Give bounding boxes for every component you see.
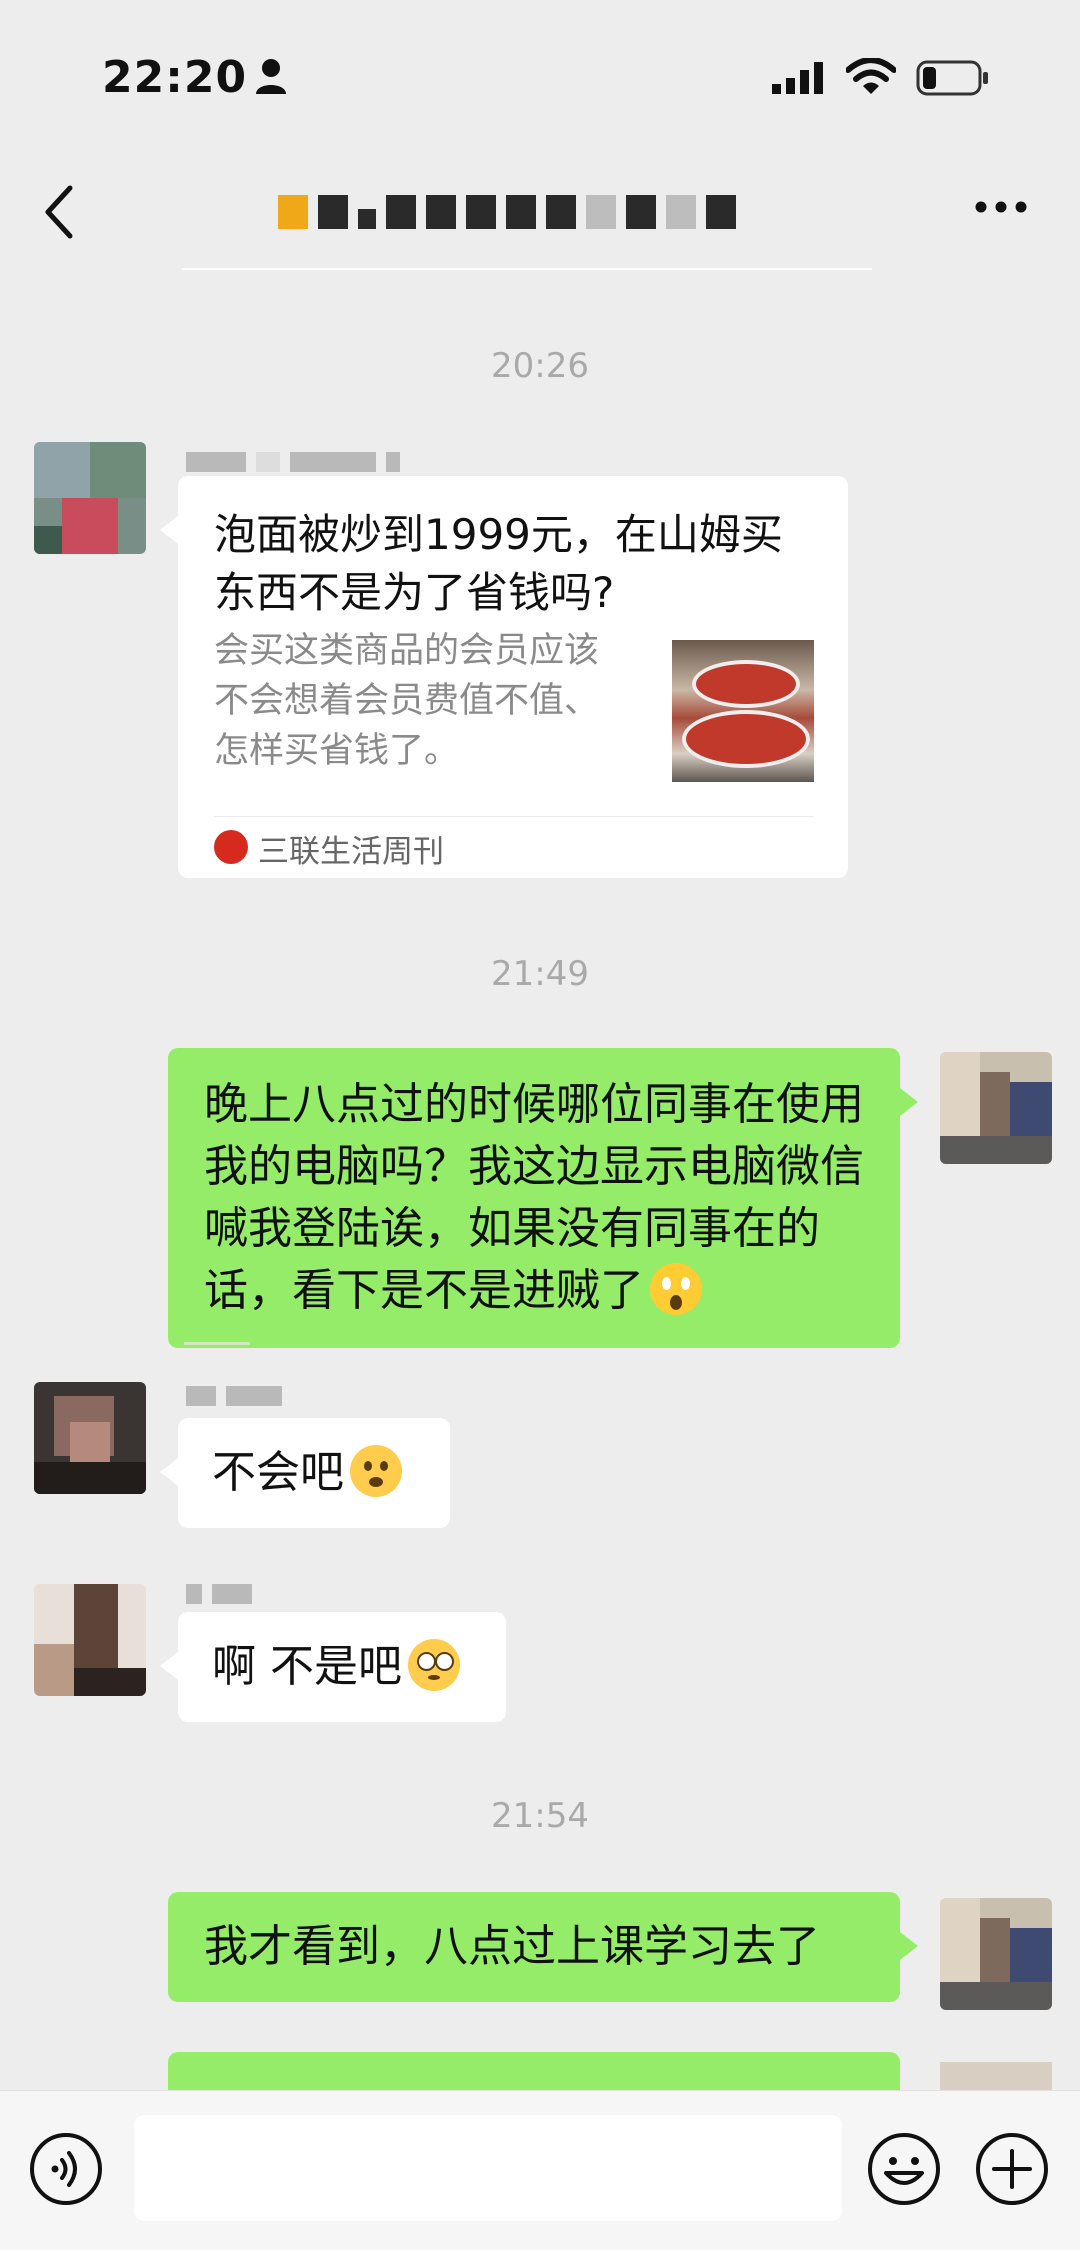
message-text: 不会吧 — [212, 1447, 344, 1498]
timestamp: 21:54 — [491, 1796, 589, 1836]
message-bubble-other[interactable]: 啊 不是吧 — [160, 1612, 506, 1722]
avatar[interactable] — [34, 1382, 146, 1494]
cellular-signal-icon — [772, 62, 823, 94]
card-thumbnail — [672, 640, 814, 782]
battery-icon — [916, 60, 988, 96]
message-bubble-self[interactable]: 我才看到，八点过上课学习去了 — [168, 1892, 918, 2002]
card-divider — [214, 816, 814, 817]
message-text: 我才看到，八点过上课学习去了 — [204, 1921, 820, 1972]
ellipsis-icon[interactable] — [974, 200, 1028, 214]
frowning-face-icon — [350, 1445, 402, 1497]
flushed-face-icon — [408, 1639, 460, 1691]
avatar-self-partial — [940, 2062, 1052, 2090]
publisher-logo-icon — [214, 830, 248, 864]
avatar-self[interactable] — [940, 1052, 1052, 1164]
card-source: 三联生活周刊 — [258, 834, 444, 870]
sender-name-redacted — [186, 1584, 252, 1610]
avatar[interactable] — [34, 1584, 146, 1696]
voice-icon[interactable] — [28, 2131, 104, 2207]
message-text: 啊 不是吧 — [212, 1641, 402, 1692]
avatar[interactable] — [34, 442, 146, 554]
card-description: 会买这类商品的会员应该不会想着会员费值不值、怎样买省钱了。 — [214, 631, 600, 771]
message-bubble-other[interactable]: 不会吧 — [160, 1418, 450, 1528]
chat-header — [0, 160, 1080, 270]
face-screaming-in-fear-icon — [650, 1263, 702, 1315]
chat-title-redacted — [278, 180, 746, 244]
person-icon — [256, 59, 286, 94]
plus-icon[interactable] — [974, 2131, 1050, 2207]
card-title: 泡面被炒到1999元，在山姆买东西不是为了省钱吗? — [214, 510, 783, 617]
message-bubble-self-partial[interactable] — [168, 2052, 900, 2092]
header-divider — [182, 268, 872, 270]
sender-name-redacted — [186, 1386, 282, 1412]
input-bar — [0, 2090, 1080, 2250]
link-card[interactable]: 泡面被炒到1999元，在山姆买东西不是为了省钱吗? 会买这类商品的会员应该不会想… — [160, 476, 848, 878]
timestamp: 21:49 — [491, 954, 589, 994]
status-bar: 22:20 — [0, 0, 1080, 160]
wifi-icon — [846, 58, 896, 94]
message-input[interactable] — [134, 2115, 842, 2221]
status-time: 22:20 — [102, 52, 248, 103]
timestamp: 20:26 — [491, 346, 589, 386]
avatar-self[interactable] — [940, 1898, 1052, 2010]
divider — [184, 1342, 250, 1345]
message-text: 晚上八点过的时候哪位同事在使用我的电脑吗？我这边显示电脑微信喊我登陆诶，如果没有… — [204, 1079, 864, 1316]
smiley-icon[interactable] — [866, 2131, 942, 2207]
sender-name-redacted — [186, 452, 400, 478]
message-bubble-self[interactable]: 晚上八点过的时候哪位同事在使用我的电脑吗？我这边显示电脑微信喊我登陆诶，如果没有… — [168, 1048, 918, 1348]
chevron-left-icon[interactable] — [40, 182, 80, 242]
